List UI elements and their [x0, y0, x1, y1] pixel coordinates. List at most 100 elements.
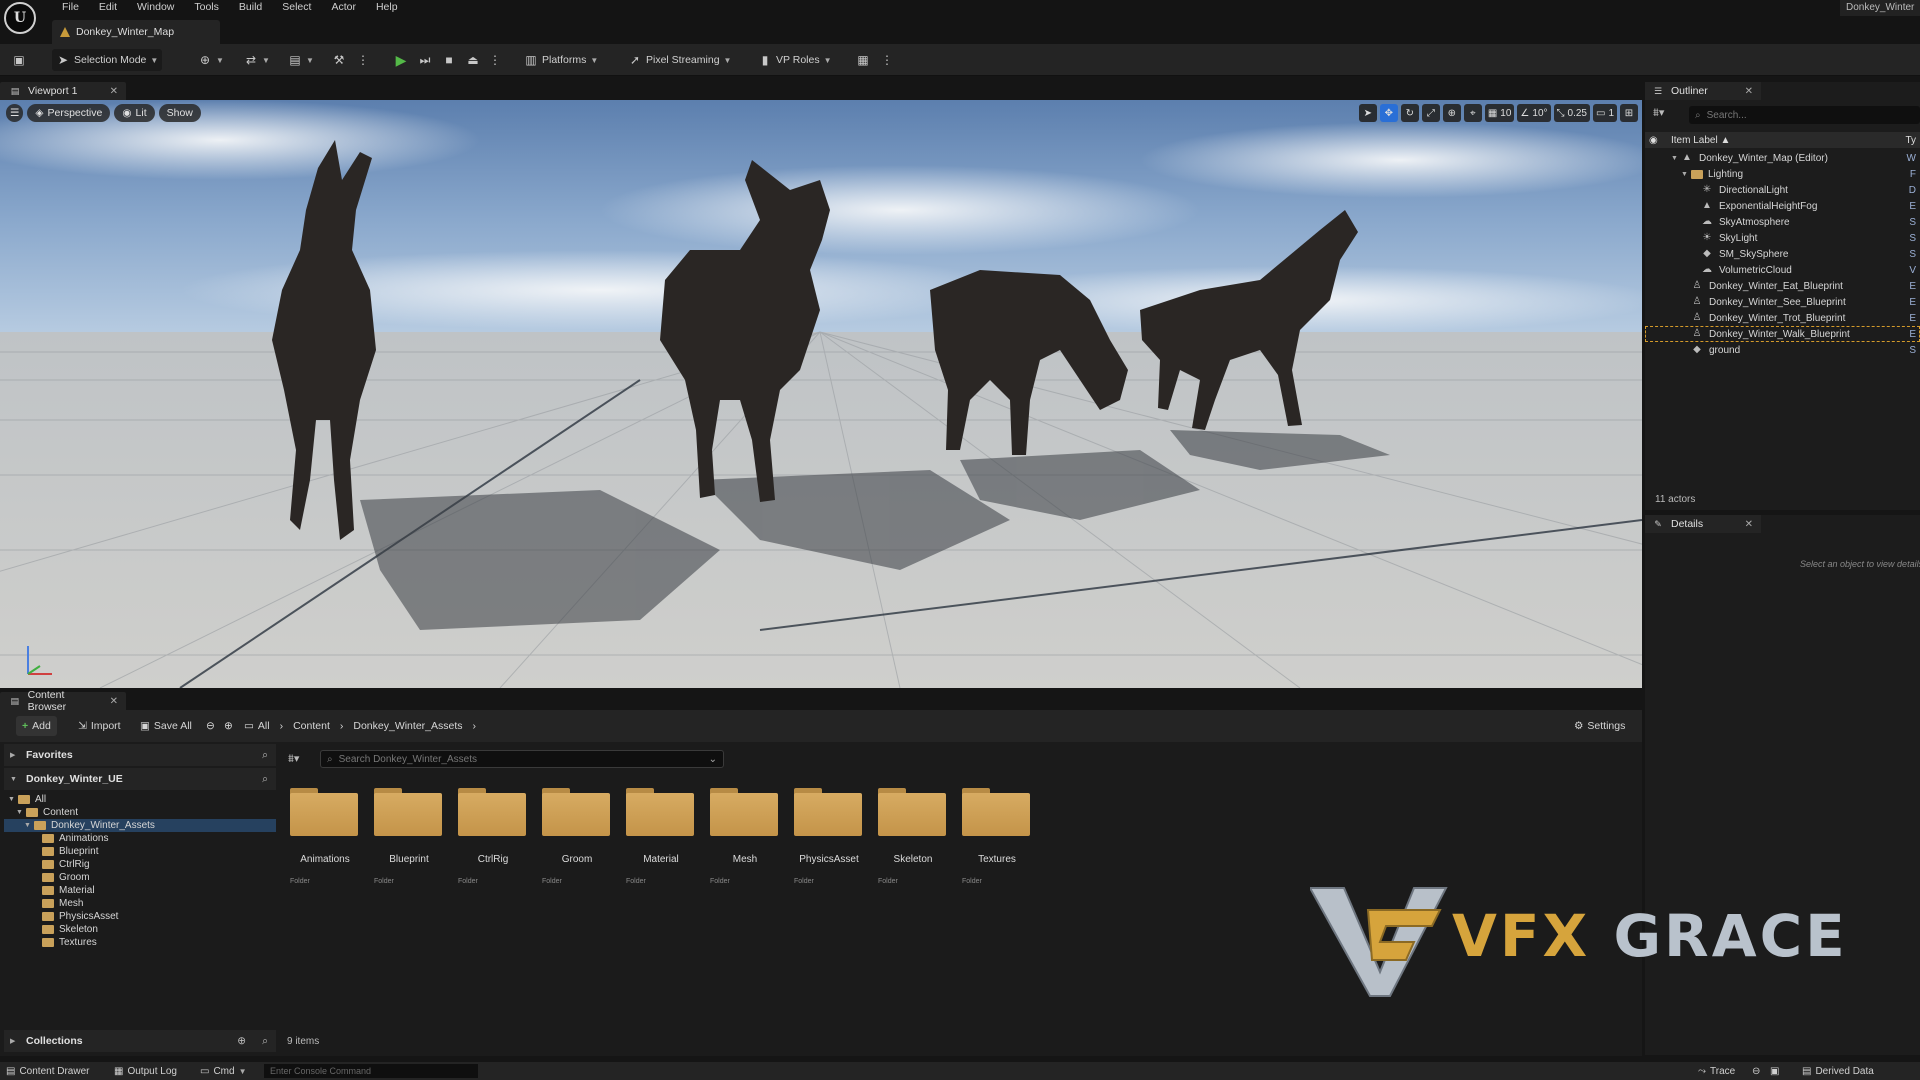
outliner-row-trot-blueprint[interactable]: ♙ Donkey_Winter_Trot_Blueprint E	[1645, 310, 1920, 326]
outliner-row-skyatmosphere[interactable]: ☁ SkyAtmosphere S	[1645, 214, 1920, 230]
asset-folder-skeleton[interactable]: Skeleton Folder	[872, 782, 954, 892]
viewport-tab[interactable]: ▤ Viewport 1 ✕	[0, 82, 126, 100]
outliner-row-heightfog[interactable]: ▲ ExponentialHeightFog E	[1645, 198, 1920, 214]
eject-button[interactable]: ⏏	[462, 49, 484, 71]
tree-physicsasset[interactable]: PhysicsAsset	[4, 910, 276, 923]
menu-edit[interactable]: Edit	[89, 0, 127, 16]
outliner-search-input[interactable]: ⌕ Search...	[1689, 106, 1920, 124]
selection-mode-dropdown[interactable]: ➤ Selection Mode ▼	[52, 49, 163, 71]
search-icon[interactable]: ⌕	[262, 1035, 268, 1048]
surface-snap-icon[interactable]: ⌖	[1463, 104, 1482, 122]
menu-build[interactable]: Build	[229, 0, 272, 16]
asset-folder-animations[interactable]: Animations Folder	[284, 782, 366, 892]
lit-button[interactable]: ◉ Lit	[114, 104, 155, 122]
toolbar-more-icon[interactable]: ⋮	[876, 49, 898, 71]
tree-animations[interactable]: Animations	[4, 832, 276, 845]
tree-textures[interactable]: Textures	[4, 936, 276, 949]
collections-header[interactable]: ▶ Collections ⊕ ⌕	[4, 1030, 276, 1052]
chevron-down-icon[interactable]: ⌄	[709, 754, 717, 765]
asset-folder-mesh[interactable]: Mesh Folder	[704, 782, 786, 892]
select-mode-icon[interactable]: ➤	[1358, 104, 1377, 122]
content-browser-tab[interactable]: ▤ Content Browser ✕	[0, 689, 126, 713]
level-viewport[interactable]: ☰ ◈ Perspective ◉ Lit Show ➤ ✥ ↻ ⤢ ⊕ ⌖ ▦…	[0, 100, 1642, 688]
menu-actor[interactable]: Actor	[321, 0, 366, 16]
camera-speed-button[interactable]: ▭ 1	[1592, 104, 1617, 122]
stop-button[interactable]: ■	[438, 49, 460, 71]
tree-donkey-winter-assets[interactable]: ▼ Donkey_Winter_Assets	[4, 819, 276, 832]
tree-blueprint[interactable]: Blueprint	[4, 845, 276, 858]
blueprint-button[interactable]: ⇄ ▼	[240, 49, 274, 71]
visibility-eye-icon[interactable]: ◉	[1649, 135, 1663, 146]
settings-button[interactable]: ⚙ Settings	[1568, 716, 1631, 736]
modes-button[interactable]: ⚒	[328, 49, 350, 71]
favorites-header[interactable]: ▶ Favorites ⌕	[4, 744, 276, 766]
project-header[interactable]: ▼ Donkey_Winter_UE ⌕	[4, 768, 276, 790]
console-command-input[interactable]: Enter Console Command	[264, 1064, 478, 1078]
filter-icon[interactable]: ⩩▾	[1653, 106, 1664, 120]
menu-file[interactable]: File	[52, 0, 89, 16]
play-button[interactable]: ▶	[390, 49, 412, 71]
type-column[interactable]: Ty	[1905, 135, 1916, 146]
rotate-icon[interactable]: ↻	[1400, 104, 1419, 122]
tree-groom[interactable]: Groom	[4, 871, 276, 884]
vp-roles-dropdown[interactable]: ▮ VP Roles ▼	[754, 49, 836, 71]
menu-window[interactable]: Window	[127, 0, 184, 16]
asset-folder-textures[interactable]: Textures Folder	[956, 782, 1038, 892]
outliner-row-skylight[interactable]: ☀ SkyLight S	[1645, 230, 1920, 246]
close-icon[interactable]: ✕	[110, 696, 118, 707]
breadcrumb-assets[interactable]: Donkey_Winter_Assets	[353, 720, 462, 732]
search-icon[interactable]: ⌕	[262, 749, 268, 762]
rotation-snap-button[interactable]: ∠ 10°	[1517, 104, 1551, 122]
asset-folder-blueprint[interactable]: Blueprint Folder	[368, 782, 450, 892]
breadcrumb-content[interactable]: Content	[293, 720, 330, 732]
filter-icon[interactable]: ⩩▾	[288, 752, 299, 766]
add-collection-icon[interactable]: ⊕	[237, 1035, 246, 1047]
breadcrumb-all[interactable]: All	[258, 720, 270, 732]
item-label-column[interactable]: Item Label ▲	[1671, 135, 1730, 146]
more-options-icon[interactable]: ⋮	[352, 49, 374, 71]
translate-icon[interactable]: ✥	[1379, 104, 1398, 122]
pixel-streaming-dropdown[interactable]: ➚ Pixel Streaming ▼	[624, 49, 735, 71]
close-icon[interactable]: ✕	[110, 86, 118, 97]
asset-search-input[interactable]: ⌕ Search Donkey_Winter_Assets ⌄	[320, 750, 724, 768]
close-icon[interactable]: ✕	[1745, 519, 1753, 530]
cmd-dropdown[interactable]: ▭ Cmd ▼	[200, 1062, 247, 1080]
play-options-icon[interactable]: ⋮	[484, 49, 506, 71]
tree-skeleton[interactable]: Skeleton	[4, 923, 276, 936]
maximize-viewport-icon[interactable]: ⊞	[1620, 104, 1638, 122]
outliner-row-eat-blueprint[interactable]: ♙ Donkey_Winter_Eat_Blueprint E	[1645, 278, 1920, 294]
add-actor-button[interactable]: ⊕ ▼	[194, 49, 228, 71]
output-log-button[interactable]: ▦ Output Log	[114, 1062, 177, 1080]
history-forward-button[interactable]: ⊕	[218, 716, 239, 736]
tree-all[interactable]: ▼ All	[4, 793, 276, 806]
scale-snap-button[interactable]: ⤡ 0.25	[1553, 104, 1590, 122]
asset-folder-groom[interactable]: Groom Folder	[536, 782, 618, 892]
outliner-row-volumetriccloud[interactable]: ☁ VolumetricCloud V	[1645, 262, 1920, 278]
outliner-row-map[interactable]: ▼ ▲ Donkey_Winter_Map (Editor) W	[1645, 150, 1920, 166]
trace-button[interactable]: ⤳ Trace	[1698, 1062, 1735, 1080]
derived-data-button[interactable]: ▤ Derived Data	[1802, 1062, 1874, 1080]
scale-icon[interactable]: ⤢	[1421, 104, 1440, 122]
asset-folder-material[interactable]: Material Folder	[620, 782, 702, 892]
close-icon[interactable]: ✕	[1745, 86, 1753, 97]
outliner-row-lighting[interactable]: ▼ Lighting F	[1645, 166, 1920, 182]
tree-ctrlrig[interactable]: CtrlRig	[4, 858, 276, 871]
asset-folder-ctrlrig[interactable]: CtrlRig Folder	[452, 782, 534, 892]
import-button[interactable]: ⇲ Import	[72, 716, 127, 736]
viewport-options-button[interactable]: ☰	[6, 104, 24, 122]
cinematics-button[interactable]: ▤ ▼	[284, 49, 318, 71]
unreal-logo-icon[interactable]: U	[4, 2, 36, 34]
outliner-row-ground[interactable]: ◆ ground S	[1645, 342, 1920, 358]
menu-help[interactable]: Help	[366, 0, 408, 16]
menu-tools[interactable]: Tools	[184, 0, 229, 16]
tree-material[interactable]: Material	[4, 884, 276, 897]
save-all-button[interactable]: ▣ Save All	[134, 716, 198, 736]
details-tab[interactable]: ✎ Details ✕	[1645, 515, 1761, 533]
world-space-icon[interactable]: ⊕	[1442, 104, 1461, 122]
tree-content[interactable]: ▼ Content	[4, 806, 276, 819]
asset-folder-physicsasset[interactable]: PhysicsAsset Folder	[788, 782, 870, 892]
content-drawer-button[interactable]: ▤ Content Drawer	[6, 1062, 89, 1080]
add-button[interactable]: + Add	[16, 716, 57, 736]
outliner-row-directionallight[interactable]: ✳ DirectionalLight D	[1645, 182, 1920, 198]
revision-control-icon[interactable]: ⊖	[1752, 1062, 1760, 1080]
